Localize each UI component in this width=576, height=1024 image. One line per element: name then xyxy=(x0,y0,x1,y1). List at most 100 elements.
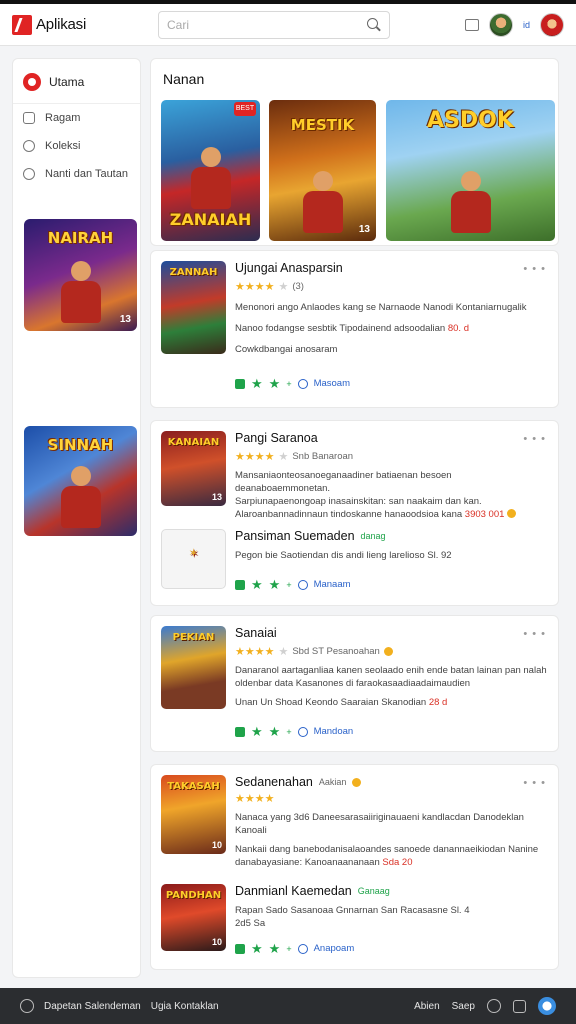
star-icon[interactable]: ★ xyxy=(251,942,263,955)
download-icon[interactable] xyxy=(235,726,245,737)
more-options-icon[interactable]: • • • xyxy=(523,777,546,789)
avatar[interactable] xyxy=(488,12,513,37)
best-badge: BEST xyxy=(234,102,256,116)
bottom-link[interactable]: Dapetan Salendeman xyxy=(44,1001,141,1012)
more-options-icon[interactable]: • • • xyxy=(523,628,546,640)
thumb-count: 13 xyxy=(211,492,222,502)
item-title[interactable]: Sanaiai xyxy=(235,626,548,640)
desc-line: Nankaii dang banebodanisalaoandes sanoed… xyxy=(235,844,539,855)
search-input[interactable] xyxy=(167,17,367,32)
main-content: Nanan BEST ZANAIAH MESTIK 13 ASDOK ZANNA… xyxy=(150,58,559,978)
item-title[interactable]: Sedanenahan Aakian xyxy=(235,775,548,789)
more-options-icon[interactable]: • • • xyxy=(523,263,546,275)
search-icon[interactable] xyxy=(367,17,381,32)
featured-card[interactable]: ASDOK xyxy=(386,100,555,241)
bottom-actions: Abien Saep xyxy=(414,997,556,1015)
star-icon[interactable]: ★ xyxy=(269,725,281,738)
settings-icon[interactable] xyxy=(20,999,34,1013)
game-thumbnail[interactable]: PEKIAN xyxy=(161,626,226,709)
item-title[interactable]: Ujungai Anasparsin xyxy=(235,261,548,275)
game-list-card[interactable]: TAKASAH 10 Sedanenahan Aakian • • • ★★★★… xyxy=(150,764,559,970)
window-icon[interactable] xyxy=(513,999,526,1013)
desc-text: danabayasiane: Kanoanaananaan xyxy=(235,857,380,868)
search-box[interactable] xyxy=(158,10,390,39)
item-title[interactable]: Pansiman Suemaden danag xyxy=(235,529,548,543)
plus-icon[interactable]: + xyxy=(286,580,291,590)
thumb-title: ZANNAH xyxy=(169,267,218,278)
bottom-link[interactable]: Abien xyxy=(414,1001,440,1012)
star-icon[interactable]: ★ xyxy=(269,377,281,390)
header: Aplikasi id xyxy=(0,4,576,46)
share-icon[interactable] xyxy=(297,378,308,389)
game-thumbnail[interactable]: ✶ xyxy=(161,529,226,589)
star-icon[interactable]: ★ xyxy=(251,725,263,738)
item-title[interactable]: Pangi Saranoa xyxy=(235,431,548,445)
share-icon[interactable] xyxy=(297,726,308,737)
action-link[interactable]: Anapoam xyxy=(314,943,355,954)
bottom-bar: Dapetan Salendeman Ugia Kontaklan Abien … xyxy=(0,988,576,1024)
featured-card[interactable]: BEST ZANAIAH xyxy=(161,100,260,241)
share-icon[interactable] xyxy=(297,579,308,590)
download-icon[interactable] xyxy=(235,378,245,389)
home-icon xyxy=(23,73,41,91)
rating: ★★★★ ★ Snb Banaroan xyxy=(235,450,548,463)
sidebar-item-ragam[interactable]: Ragam xyxy=(13,104,140,132)
plus-icon[interactable]: + xyxy=(286,727,291,737)
action-link[interactable]: Mandoan xyxy=(314,726,354,737)
game-character xyxy=(301,171,345,235)
star-icon[interactable]: ★ xyxy=(251,377,263,390)
item-title-text: Danmianl Kaemedan xyxy=(235,884,352,898)
featured-card-title: ASDOK xyxy=(427,108,514,133)
download-icon[interactable] xyxy=(235,579,245,590)
user-label[interactable]: id xyxy=(523,20,530,30)
sidebar-game-card[interactable]: NAIRAH 13 xyxy=(24,219,137,331)
bottom-link[interactable]: Ugia Kontaklan xyxy=(151,1001,219,1012)
emoji-icon xyxy=(352,777,362,787)
thumb-title: KANAIAN xyxy=(167,437,220,448)
star-icon[interactable]: ★ xyxy=(269,578,281,591)
sidebar-item-nanti[interactable]: Nanti dan Tautan xyxy=(13,160,140,188)
price-tag: 80. d xyxy=(447,323,469,334)
star-icon[interactable]: ★ xyxy=(251,578,263,591)
game-list-card[interactable]: ZANNAH Ujungai Anasparsin • • • ★★★★ ★ (3… xyxy=(150,250,559,408)
sidebar-game-card[interactable]: SINNAH xyxy=(24,426,137,536)
sidebar-item-koleksi[interactable]: Koleksi xyxy=(13,132,140,160)
game-thumbnail[interactable]: KANAIAN 13 xyxy=(161,431,226,506)
game-list-card[interactable]: KANAIAN 13 Pangi Saranoa • • • ★★★★ ★ Snb… xyxy=(150,420,559,606)
section-title: Nanan xyxy=(163,71,205,87)
item-title[interactable]: Danmianl Kaemedan Ganaag xyxy=(235,884,548,898)
profile-avatar[interactable] xyxy=(540,12,564,37)
star-icon[interactable]: ★ xyxy=(269,942,281,955)
desc-text: Alaroanbannadinnaun tindoskanne hanaoods… xyxy=(235,509,463,520)
desc-line: Nanoo fodangse sesbtik Tipodainend adsoo… xyxy=(235,322,548,335)
item-description: Menonori ango Anlaodes kang se Narnaode … xyxy=(235,301,548,356)
bottom-link[interactable]: Saep xyxy=(452,1001,475,1012)
plus-icon[interactable]: + xyxy=(286,944,291,954)
notification-icon[interactable] xyxy=(464,18,479,31)
desc-line: Menonori ango Anlaodes kang se Narnaode … xyxy=(235,302,527,313)
globe-icon[interactable] xyxy=(487,999,501,1013)
app-logo[interactable]: Aplikasi xyxy=(12,14,152,35)
rating-count: Snb Banaroan xyxy=(292,451,354,462)
desc-line: Alaroanbannadinnaun tindoskanne hanaoods… xyxy=(235,508,548,521)
game-thumbnail[interactable]: PANDHAN 10 xyxy=(161,884,226,951)
sidebar-head[interactable]: Utama xyxy=(13,59,140,104)
game-count: 13 xyxy=(119,314,131,325)
game-thumbnail[interactable]: TAKASAH 10 xyxy=(161,775,226,854)
plus-icon[interactable]: + xyxy=(286,379,291,389)
game-list-card[interactable]: PEKIAN Sanaiai • • • ★★★★ ★ Sbd ST Pesano… xyxy=(150,615,559,752)
action-link[interactable]: Masoam xyxy=(314,378,350,389)
desc-line: Mansaniaonteosanoeganaadiner batiaenan b… xyxy=(235,470,452,494)
action-link[interactable]: Manaam xyxy=(314,579,351,590)
featured-card[interactable]: MESTIK 13 xyxy=(269,100,376,241)
rating-count: Sbd ST Pesanoahan xyxy=(292,646,380,657)
thumb-title: TAKASAH xyxy=(167,781,220,792)
game-thumbnail[interactable]: ZANNAH xyxy=(161,261,226,354)
rating-count: (3) xyxy=(292,281,304,292)
action-bar: ★ ★ + Mandoan xyxy=(235,725,354,738)
thumb-title: PEKIAN xyxy=(172,632,215,643)
share-icon[interactable] xyxy=(297,943,308,954)
download-icon[interactable] xyxy=(235,943,245,954)
account-icon[interactable] xyxy=(538,997,556,1015)
more-options-icon[interactable]: • • • xyxy=(523,433,546,445)
